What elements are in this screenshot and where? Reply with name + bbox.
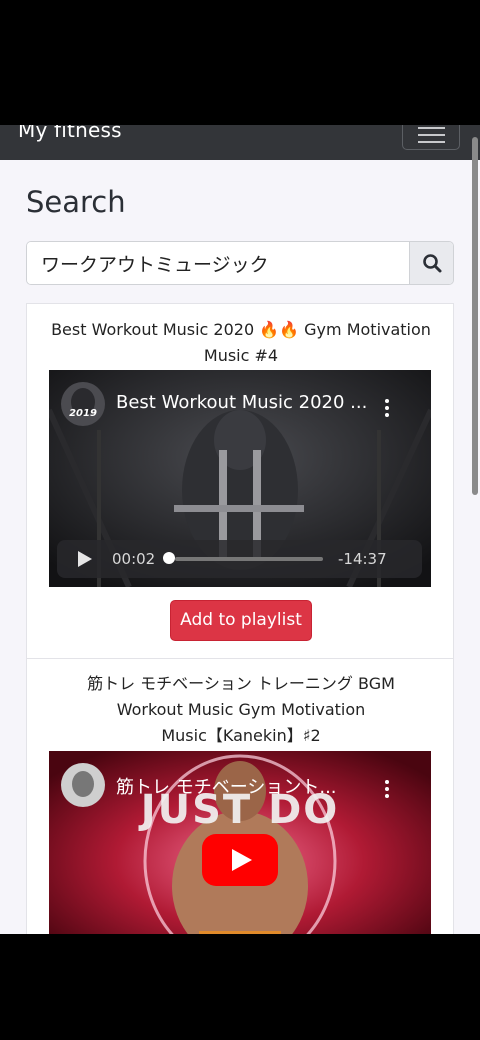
video-title-line: Best Workout Music 2020 🔥🔥 Gym Motivatio… — [51, 320, 431, 339]
search-button[interactable] — [409, 242, 453, 284]
remaining-time: -14:37 — [338, 550, 387, 568]
seek-handle[interactable] — [163, 552, 175, 564]
video-overlay-title[interactable]: 筋トレ モチベーショント... — [116, 773, 337, 799]
menu-toggle-button[interactable] — [402, 125, 460, 150]
video-title: Best Workout Music 2020 🔥🔥 Gym Motivatio… — [37, 317, 445, 369]
navbar-brand[interactable]: My fitness — [18, 125, 122, 142]
channel-badge: 2019 — [69, 408, 97, 419]
youtube-play-icon — [232, 849, 252, 871]
page-scrollbar[interactable] — [472, 137, 478, 495]
video-player[interactable]: JUST DO IT. 筋トレ モチベーショント... — [49, 751, 431, 934]
page-title: Search — [26, 185, 126, 219]
browser-viewport: My fitness Search Best Workout Music 202… — [0, 125, 480, 934]
search-icon — [423, 254, 442, 273]
more-vert-icon[interactable] — [385, 780, 389, 801]
result-card: 筋トレ モチベーション トレーニング BGM Workout Music Gym… — [26, 658, 454, 934]
device-top-bar — [0, 0, 480, 125]
search-input[interactable] — [27, 242, 409, 284]
video-title-line: Music #4 — [203, 346, 279, 365]
video-title-line: Music【Kanekin】♯2 — [161, 726, 321, 745]
video-controls: 00:02 -14:37 — [57, 540, 422, 578]
result-card: Best Workout Music 2020 🔥🔥 Gym Motivatio… — [26, 303, 454, 659]
video-title-line: Workout Music Gym Motivation — [116, 700, 366, 719]
video-player[interactable]: 2019 Best Workout Music 2020 ... 00:02 -… — [49, 370, 431, 587]
channel-avatar[interactable] — [61, 763, 105, 807]
search-bar — [26, 241, 454, 285]
device-bottom-bar — [0, 934, 480, 1040]
more-vert-icon[interactable] — [385, 399, 389, 420]
video-title-line: 筋トレ モチベーション トレーニング BGM — [87, 674, 395, 693]
add-to-playlist-button[interactable]: Add to playlist — [170, 600, 312, 641]
play-icon[interactable] — [75, 549, 95, 569]
youtube-play-button[interactable] — [202, 834, 278, 886]
seek-bar[interactable] — [175, 557, 323, 561]
channel-avatar[interactable]: 2019 — [61, 382, 105, 426]
video-overlay-title[interactable]: Best Workout Music 2020 ... — [116, 392, 367, 413]
navbar: My fitness — [0, 125, 480, 160]
video-title: 筋トレ モチベーション トレーニング BGM Workout Music Gym… — [37, 671, 445, 749]
elapsed-time: 00:02 — [112, 550, 156, 568]
